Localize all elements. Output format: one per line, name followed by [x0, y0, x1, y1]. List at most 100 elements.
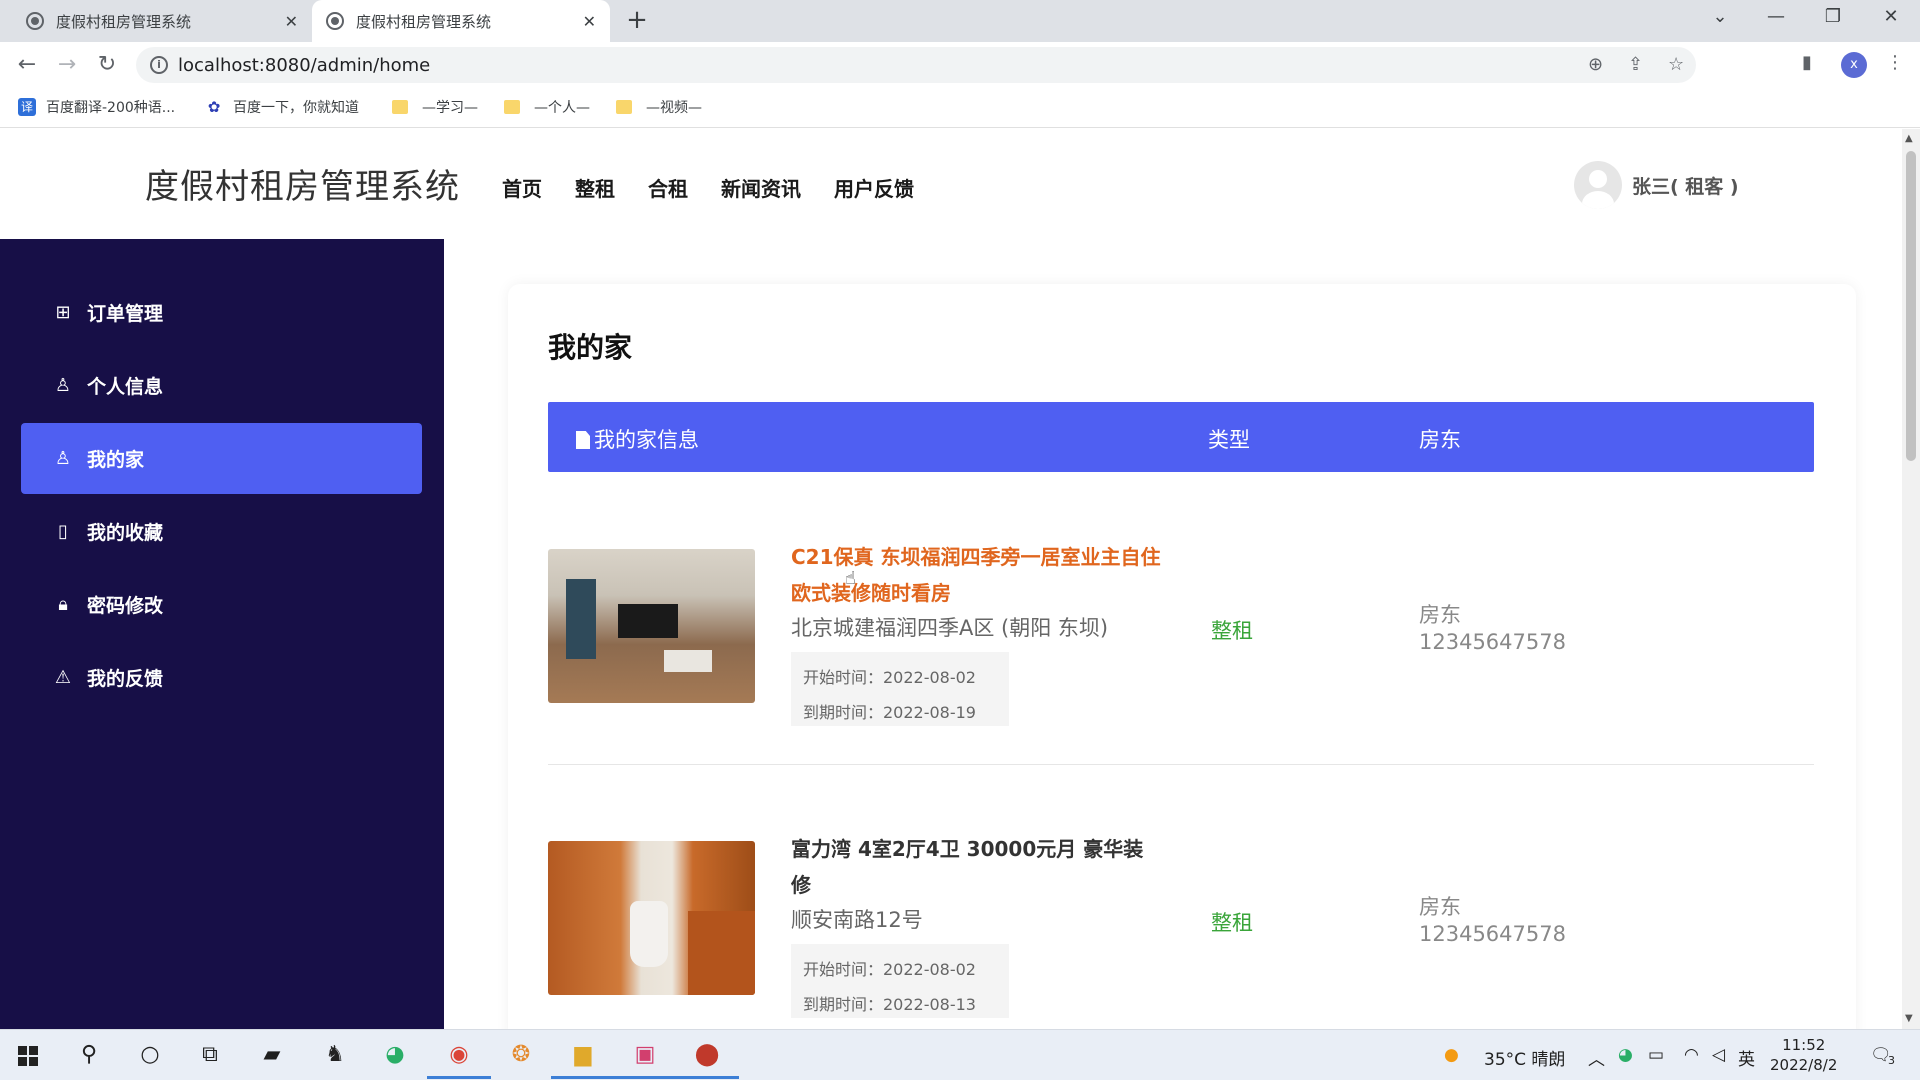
folder-icon: [616, 100, 632, 114]
landlord-label: 房东: [1419, 895, 1461, 919]
sidebar-item-profile[interactable]: ♙ 个人信息: [21, 350, 422, 421]
search-icon[interactable]: ⚲: [74, 1040, 104, 1070]
scroll-up-icon[interactable]: ▲: [1905, 133, 1913, 144]
minimize-icon[interactable]: —: [1756, 6, 1796, 27]
folder-icon: [392, 100, 408, 114]
bookmark-folder[interactable]: —学习—: [392, 97, 478, 117]
scroll-down-icon[interactable]: ▼: [1905, 1013, 1913, 1024]
nav-shared-rent[interactable]: 合租: [648, 173, 688, 202]
file-explorer-icon[interactable]: ▆: [551, 1040, 615, 1079]
close-window-icon[interactable]: ✕: [1871, 6, 1911, 27]
bookmark-star-icon[interactable]: ☆: [1668, 54, 1684, 75]
wechat-icon[interactable]: ◕: [380, 1040, 410, 1070]
new-tab-icon[interactable]: +: [622, 6, 652, 36]
lock-icon: 🔒︎: [58, 594, 68, 615]
bookmark-icon: ▯: [58, 521, 68, 542]
bookmark-folder[interactable]: —视频—: [616, 97, 702, 117]
zoom-icon[interactable]: ⊕: [1588, 54, 1603, 75]
baidu-paw-icon: ✿: [205, 98, 223, 116]
sidebar-item-my-home[interactable]: ♙ 我的家: [21, 423, 422, 494]
side-panel-icon[interactable]: ▮: [1802, 52, 1812, 73]
landlord-info: 房东 12345647578: [1419, 602, 1566, 656]
qq-icon[interactable]: ♞: [320, 1040, 350, 1070]
sticky-notes-icon[interactable]: ▰: [257, 1040, 287, 1070]
browser-tab-active[interactable]: 度假村租房管理系统 ✕: [312, 0, 610, 42]
wifi-icon[interactable]: ◠: [1684, 1045, 1699, 1065]
sidebar-item-label: 个人信息: [87, 376, 164, 398]
url-text[interactable]: localhost:8080/admin/home: [178, 55, 430, 76]
clock[interactable]: 11:52 2022/8/2: [1770, 1035, 1837, 1075]
bookmark-label: 百度翻译-200种语...: [46, 100, 176, 116]
user-name[interactable]: 张三( 租客 ): [1632, 172, 1739, 199]
site-info-icon[interactable]: i: [150, 56, 168, 74]
start-icon[interactable]: [18, 1046, 38, 1066]
app-icon[interactable]: ❂: [506, 1040, 536, 1070]
sidebar-item-label: 订单管理: [87, 303, 164, 325]
profile-avatar[interactable]: x: [1841, 52, 1867, 78]
nav-home[interactable]: 首页: [502, 173, 542, 202]
weather-text[interactable]: 35°C 晴朗: [1484, 1045, 1565, 1070]
browser-tab[interactable]: 度假村租房管理系统 ✕: [12, 0, 312, 42]
house-photo[interactable]: [548, 841, 755, 995]
user-menu[interactable]: 张三( 租客 ): [1574, 161, 1739, 209]
bookmark-label: —学习—: [422, 100, 478, 116]
recorder-icon[interactable]: ⬤: [675, 1040, 739, 1079]
reload-icon[interactable]: ↻: [92, 50, 122, 80]
page-scrollbar[interactable]: ▲ ▼: [1902, 129, 1920, 1029]
mouse-pointer-icon: ☝: [845, 568, 856, 589]
cortana-icon[interactable]: ○: [135, 1040, 165, 1070]
sidebar-item-password[interactable]: 🔒︎ 密码修改: [21, 569, 422, 640]
user-icon: ♙: [54, 375, 72, 396]
address-bar-row: ← → ↻ i localhost:8080/admin/home ☆ ⇪ ⊕ …: [0, 42, 1920, 88]
tab-search-icon[interactable]: ⌄: [1700, 6, 1740, 27]
close-tab-icon[interactable]: ✕: [583, 12, 596, 31]
bookmark-item[interactable]: 译 百度翻译-200种语...: [18, 97, 175, 117]
scrollbar-thumb[interactable]: [1906, 151, 1916, 461]
sidebar-item-label: 我的收藏: [87, 522, 164, 544]
share-icon[interactable]: ⇪: [1628, 54, 1643, 75]
restore-icon[interactable]: ❐: [1813, 6, 1853, 27]
rent-type: 整租: [1211, 911, 1253, 935]
column-header-info: 我的家信息: [576, 424, 699, 454]
omnibox[interactable]: i localhost:8080/admin/home ☆ ⇪ ⊕: [136, 47, 1696, 83]
chrome-icon[interactable]: ◉: [427, 1040, 491, 1079]
tab-title: 度假村租房管理系统: [356, 12, 492, 31]
house-photo[interactable]: [548, 549, 755, 703]
bookmark-folder[interactable]: —个人—: [504, 97, 590, 117]
house-address: 顺安南路12号: [791, 908, 923, 932]
my-home-card: 我的家 我的家信息 类型 房东 C21保真 东坝福润四季旁一居室业主自住欧式装修…: [508, 284, 1856, 1029]
wechat-tray-icon[interactable]: ◕: [1618, 1045, 1633, 1065]
sidebar-item-favorites[interactable]: ▯ 我的收藏: [21, 496, 422, 567]
globe-icon: [326, 12, 344, 30]
house-title-link[interactable]: 富力湾 4室2厅4卫 30000元月 豪华装修: [791, 831, 1161, 903]
back-icon[interactable]: ←: [12, 50, 42, 80]
end-time: 到期时间：2022-08-19: [803, 703, 976, 722]
battery-icon[interactable]: ▭: [1648, 1045, 1664, 1065]
nav-news[interactable]: 新闻资讯: [721, 173, 801, 202]
bookmark-label: 百度一下，你就知道: [233, 100, 359, 116]
tray-expand-icon[interactable]: ︿: [1588, 1045, 1605, 1070]
sidebar-item-my-feedback[interactable]: ⚠ 我的反馈: [21, 642, 422, 713]
ime-indicator[interactable]: 英: [1738, 1045, 1755, 1070]
bookmark-item[interactable]: ✿ 百度一下，你就知道: [205, 97, 359, 117]
page-title: 我的家: [548, 331, 633, 364]
sidebar-item-orders[interactable]: ⊞ 订单管理: [21, 277, 422, 348]
volume-icon[interactable]: ◁: [1712, 1045, 1725, 1065]
nav-feedback[interactable]: 用户反馈: [834, 173, 914, 202]
nav-whole-rent[interactable]: 整租: [575, 173, 615, 202]
rental-period: 开始时间：2022-08-02 到期时间：2022-08-13: [791, 944, 1009, 1018]
close-tab-icon[interactable]: ✕: [285, 12, 298, 31]
landlord-phone: 12345647578: [1419, 922, 1566, 946]
start-time: 开始时间：2022-08-02: [803, 668, 976, 687]
sidebar: ⊞ 订单管理 ♙ 个人信息 ♙ 我的家 ▯ 我的收藏 🔒︎ 密码修改 ⚠ 我的反…: [0, 239, 444, 1029]
clock-date: 2022/8/2: [1770, 1056, 1838, 1074]
task-view-icon[interactable]: ⧉: [195, 1040, 225, 1070]
intellij-icon[interactable]: ▣: [613, 1040, 677, 1079]
menu-icon[interactable]: ⋮: [1886, 52, 1904, 73]
sidebar-item-label: 密码修改: [87, 595, 164, 617]
bookmarks-bar: 译 百度翻译-200种语... ✿ 百度一下，你就知道 —学习— —个人— —视…: [0, 88, 1920, 128]
forward-icon[interactable]: →: [52, 50, 82, 80]
table-row: 富力湾 4室2厅4卫 30000元月 豪华装修 顺安南路12号 开始时间：202…: [548, 801, 1814, 1029]
weather-icon: ●: [1444, 1045, 1459, 1065]
avatar[interactable]: [1574, 161, 1622, 209]
